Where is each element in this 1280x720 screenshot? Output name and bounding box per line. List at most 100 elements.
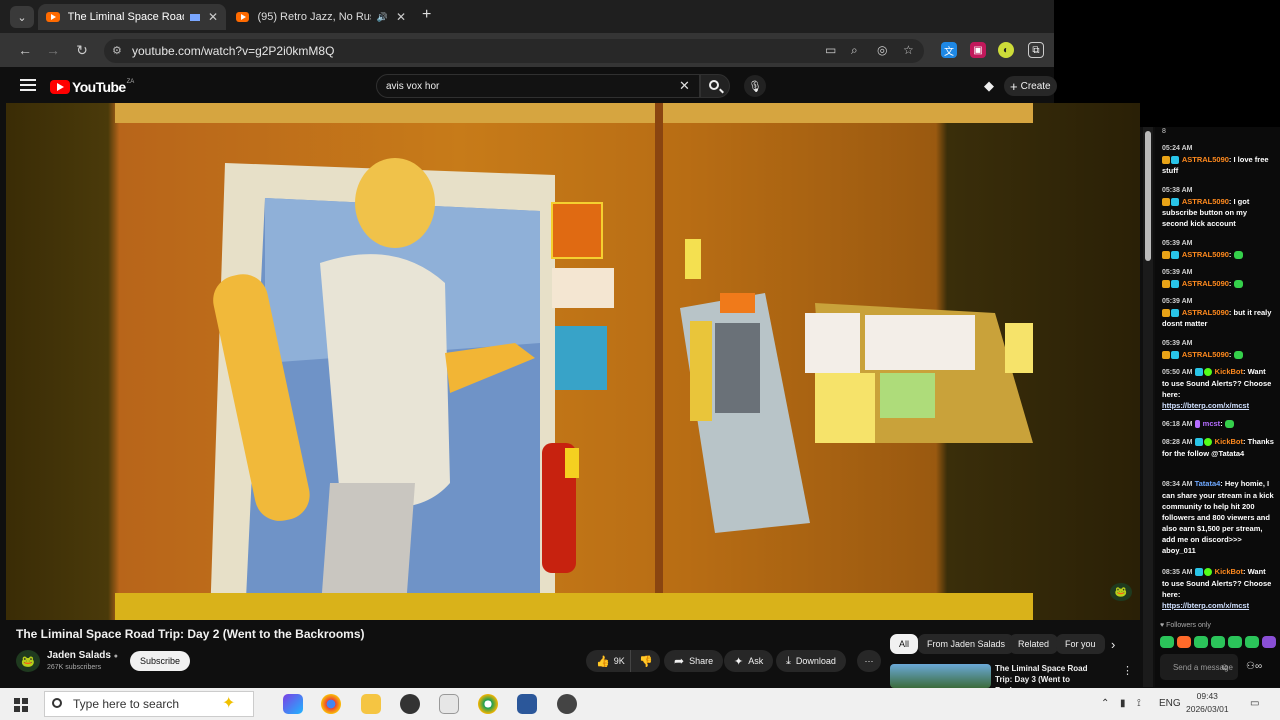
followers-only-notice: ♥ Followers only [1160,622,1211,629]
language-indicator[interactable]: ENG [1159,698,1181,709]
chat-text: Hey homie, I can share your stream in a … [1162,479,1274,555]
emote-quick-bar[interactable] [1160,636,1276,648]
obs-icon[interactable] [400,694,420,714]
taskbar-clock[interactable]: 09:43 2026/03/01 [1186,690,1229,716]
sub-badge-icon [1171,198,1179,207]
download-button[interactable]: ⤓ Download [776,650,846,672]
new-tab-plus-icon[interactable]: + [422,6,431,24]
paper-note-1 [805,313,860,373]
search-icon [709,80,719,90]
close-tab-icon[interactable]: ✕ [208,10,218,24]
reload-icon[interactable]: ↻ [73,42,91,59]
chips-next-chevron-icon[interactable]: › [1111,637,1115,652]
channel-avatar[interactable]: 🐸 [16,650,40,672]
dislike-button[interactable]: 👎 [630,650,660,672]
emote-icon [1233,351,1243,360]
chat-time: 05:39 AM [1162,340,1193,347]
bookmark-star-icon[interactable]: ☆ [903,43,914,57]
subscriber-count: 267K subscribers [47,664,102,671]
panel-label [690,321,712,421]
chat-message: 08:28 AM KickBot: Thanks for the follow … [1162,437,1274,458]
subscribe-button[interactable]: Subscribe [130,651,191,671]
channel-name[interactable]: Jaden Salads ● [47,650,118,661]
extension-translate-icon[interactable]: 文 [941,42,957,58]
extension-yellow-icon[interactable]: ◐ [998,42,1014,58]
share-button[interactable]: ➦ Share [664,650,724,672]
premium-gem-icon[interactable]: ◆ [984,78,994,94]
video-player[interactable]: 🐸 [6,103,1140,620]
back-arrow-icon[interactable]: ← [16,42,34,58]
zoom-icon[interactable]: ⌕ [851,43,858,58]
emote-icon [1194,636,1208,648]
chip-from-channel[interactable]: From Jaden Salads [918,634,1015,654]
sticky-notes [685,239,701,279]
copilot-icon[interactable] [283,694,303,714]
subscribe-label: Subscribe [140,656,181,666]
breaker-box [715,323,760,413]
tab-liminal-space[interactable]: The Liminal Space Road Trip ✕ [38,4,226,30]
hamburger-menu-icon[interactable] [20,79,36,91]
sub-badge-icon [1171,351,1179,360]
clear-search-icon[interactable]: ✕ [679,78,690,94]
emote-icon [1233,251,1243,260]
chat-time: 05:24 AM [1162,145,1193,152]
voice-search-mic-icon[interactable]: 🎙 [744,75,766,97]
chat-link[interactable]: https://bterp.com/x/mcst [1162,400,1274,411]
forward-arrow-icon[interactable]: → [44,42,62,58]
chat-scrollbar[interactable] [1143,127,1153,687]
chip-all[interactable]: All [890,634,919,654]
address-bar[interactable]: youtube.com/watch?v=g2P2i0kmM8Q [104,39,924,63]
chrome-icon[interactable] [321,694,341,714]
youtube-logo[interactable]: YouTube ZA [50,79,134,95]
recommended-thumbnail[interactable] [890,664,991,688]
chat-message: 05:50 AM KickBot: Want to use Sound Aler… [1162,366,1274,411]
windows-start-icon[interactable] [14,698,28,712]
like-count: 9K [613,656,625,666]
network-icon[interactable]: ⟟ [1137,698,1141,709]
more-actions-button[interactable]: ··· [857,650,881,672]
search-highlight-icon[interactable]: ✦ [222,693,235,713]
app-icon[interactable] [557,694,577,714]
file-explorer-icon[interactable] [361,694,381,714]
create-button[interactable]: + Create [1004,76,1057,96]
sub-badge-icon [1171,251,1179,260]
chat-settings-icon[interactable]: ⚇∞ [1246,661,1262,672]
emoji-picker-icon[interactable]: ☺ [1220,662,1229,672]
notifications-icon[interactable]: ▭ [1250,698,1259,709]
chat-time: 08:34 AM [1162,481,1193,488]
channel-watermark-icon[interactable]: 🐸 [1110,583,1132,601]
chat-user: Tatata4 [1194,479,1221,488]
search-input[interactable]: avis vox hor [376,74,700,98]
recommended-menu-icon[interactable]: ⋮ [1122,664,1133,677]
emote-icon [1211,636,1225,648]
kick-badge-icon [1203,568,1212,577]
snipping-tool-icon[interactable] [439,694,459,714]
search-button[interactable] [700,74,730,98]
ask-button[interactable]: ✦ Ask [724,650,774,672]
emote-icon [1177,636,1191,648]
download-icon: ⤓ [786,654,791,667]
bot-badge-icon [1194,568,1203,577]
tray-chevron-icon[interactable]: ⌃ [1101,698,1109,709]
word-icon[interactable] [517,694,537,714]
microphone-tray-icon[interactable]: ▮ [1120,698,1126,709]
extensions-puzzle-icon[interactable]: ⧉ [1028,42,1044,58]
emote-icon [1262,636,1276,648]
chrome-profile-icon[interactable] [478,694,498,714]
like-button[interactable]: 👍 9K [586,650,630,672]
tab-retro-jazz[interactable]: (95) Retro Jazz, No Rush To 🔊 ✕ [228,4,414,30]
chip-related[interactable]: Related [1009,634,1059,654]
hide-eye-icon[interactable]: ◎ [877,43,887,57]
audio-playing-icon[interactable]: 🔊 [377,12,388,23]
share-label: Share [689,656,714,666]
close-tab-icon[interactable]: ✕ [396,10,406,24]
extension-pink-icon[interactable]: ▣ [970,42,986,58]
chip-for-you[interactable]: For you [1056,634,1105,654]
install-app-icon[interactable]: ▭ [825,43,836,57]
paper-note-2 [865,315,917,370]
taskbar-search-placeholder: Type here to search [73,697,180,711]
chat-link[interactable]: https://bterp.com/x/mcst [1162,600,1274,611]
search-icon [52,698,62,708]
tab-search-chevron-icon[interactable]: ⌄ [10,6,34,28]
site-info-icon[interactable]: ⚙ [112,44,122,57]
